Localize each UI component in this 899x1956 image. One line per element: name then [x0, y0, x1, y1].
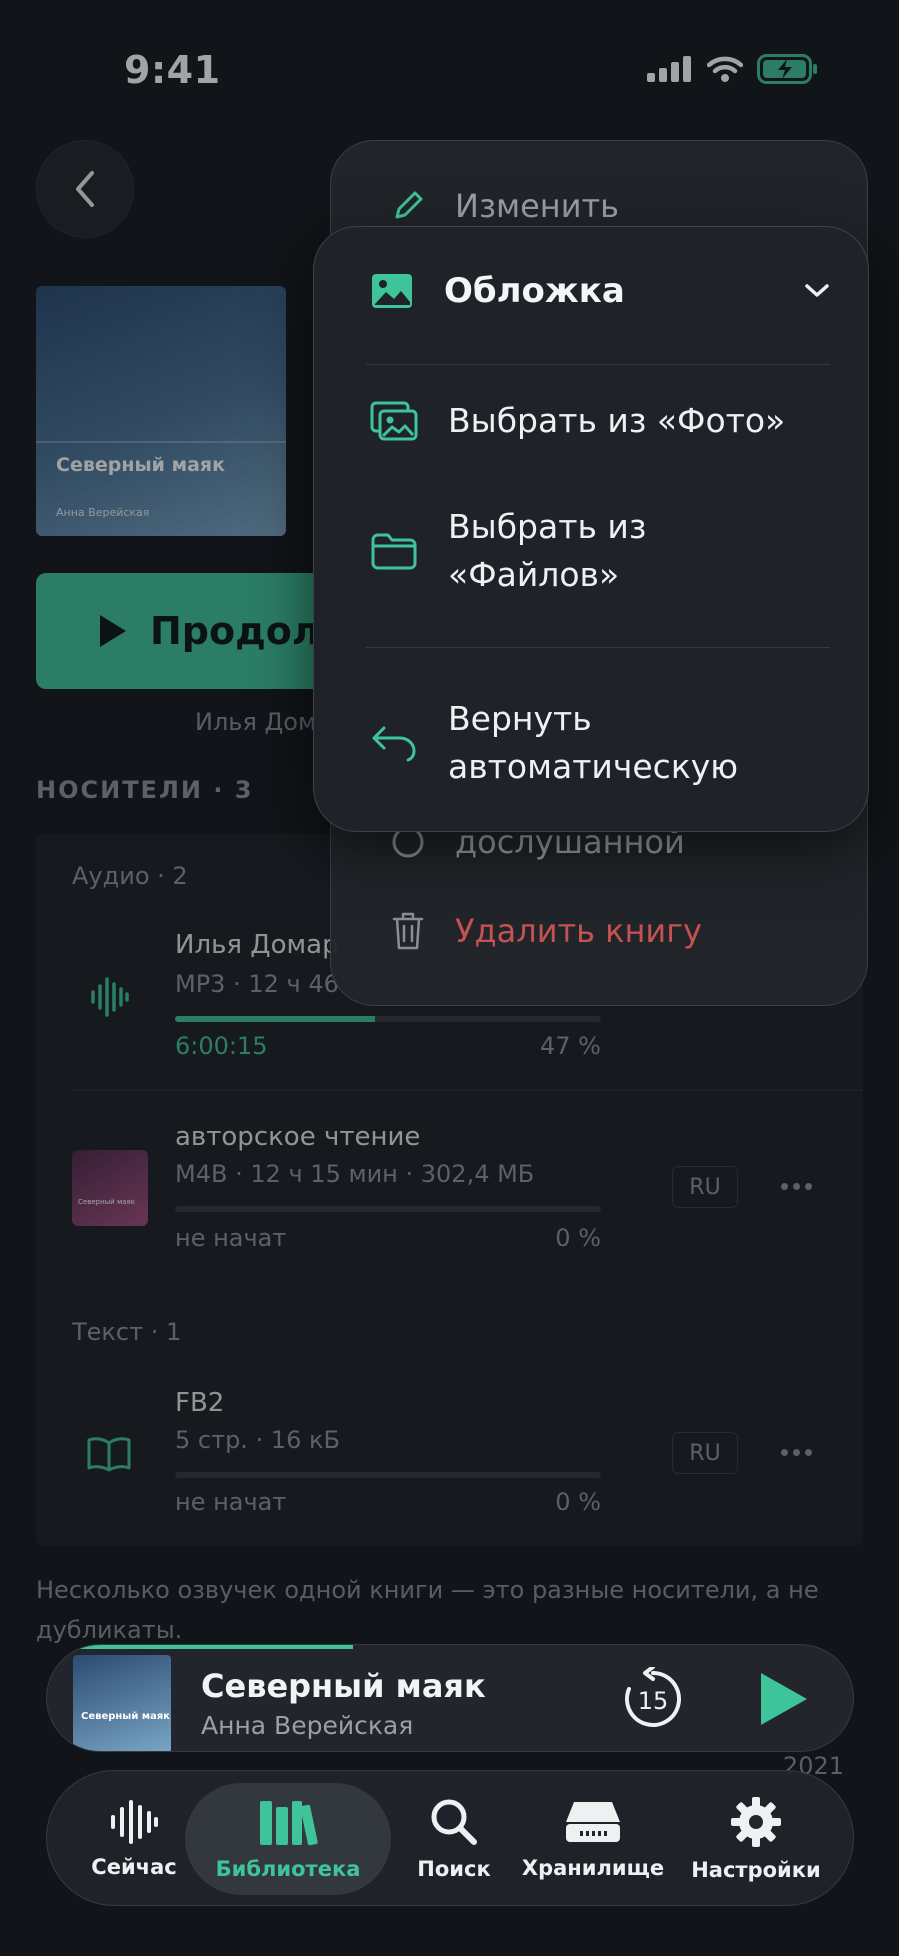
- trash-icon: [392, 912, 424, 950]
- search-icon: [431, 1799, 477, 1845]
- menu-divider: [366, 647, 830, 648]
- chevron-down-icon: [805, 284, 829, 297]
- cover-submenu: Обложка Выбрать из «Фото» Выбрать из «Фа…: [313, 226, 869, 832]
- gear-icon: [731, 1797, 781, 1847]
- tab-label: Настройки: [691, 1858, 821, 1882]
- menu-item-label: Вернуть: [448, 699, 592, 738]
- waveform-icon: [111, 1800, 158, 1844]
- tab-storage[interactable]: Хранилище: [509, 1783, 677, 1895]
- tab-label: Библиотека: [215, 1857, 361, 1881]
- undo-arrow-icon: [372, 726, 416, 762]
- mini-player-title: Северный маяк: [201, 1667, 486, 1705]
- tab-label: Сейчас: [91, 1855, 177, 1879]
- play-icon[interactable]: [753, 1669, 813, 1729]
- storage-icon: [566, 1802, 620, 1842]
- menu-item-label: Выбрать из: [448, 507, 647, 546]
- mini-player[interactable]: Северный маяк Северный маяк Анна Верейск…: [46, 1644, 854, 1752]
- cover-submenu-title: Обложка: [444, 271, 625, 311]
- menu-item-label: «Файлов»: [448, 555, 620, 594]
- menu-item-label: Выбрать из «Фото»: [448, 401, 786, 440]
- mini-player-cover: Северный маяк: [73, 1655, 171, 1751]
- mini-player-cover-title: Северный маяк: [81, 1711, 170, 1722]
- menu-item-restore-auto-cover[interactable]: Вернуть автоматическую: [370, 695, 738, 791]
- menu-item-label-group: Выбрать из «Файлов»: [448, 503, 646, 599]
- tab-label: Хранилище: [521, 1856, 665, 1880]
- skip-seconds-label: 15: [638, 1687, 669, 1715]
- pencil-icon: [395, 191, 423, 219]
- folder-icon: [371, 533, 417, 570]
- tab-now-playing[interactable]: Сейчас: [71, 1783, 197, 1895]
- tab-bar: Сейчас Библиотека Поиск Хранилище Настро…: [46, 1770, 854, 1906]
- photo-icon: [372, 274, 412, 308]
- mini-player-author: Анна Верейская: [201, 1711, 414, 1740]
- menu-item-label: Удалить книгу: [455, 912, 702, 950]
- menu-item-delete[interactable]: Удалить книгу: [391, 911, 702, 951]
- photos-stack-icon: [370, 401, 418, 441]
- mini-player-progress: [47, 1645, 354, 1649]
- menu-item-label-group: Вернуть автоматическую: [448, 695, 738, 791]
- menu-item-label: Изменить: [455, 187, 619, 225]
- cover-submenu-header[interactable]: Обложка: [370, 271, 830, 311]
- menu-item-label: автоматическую: [448, 747, 739, 786]
- screen: 9:41 Северный маяк Анна Верейская Продол…: [0, 0, 899, 1956]
- tab-search[interactable]: Поиск: [391, 1783, 517, 1895]
- skip-back-15-icon[interactable]: 15: [621, 1667, 685, 1731]
- menu-item-pick-files[interactable]: Выбрать из «Файлов»: [370, 503, 646, 599]
- library-icon: [260, 1801, 318, 1846]
- tab-settings[interactable]: Настройки: [677, 1783, 835, 1895]
- tab-library[interactable]: Библиотека: [185, 1783, 391, 1895]
- menu-divider: [366, 364, 830, 365]
- menu-item-pick-photos[interactable]: Выбрать из «Фото»: [370, 397, 785, 445]
- tab-label: Поиск: [417, 1857, 491, 1881]
- menu-item-edit[interactable]: Изменить: [391, 187, 619, 225]
